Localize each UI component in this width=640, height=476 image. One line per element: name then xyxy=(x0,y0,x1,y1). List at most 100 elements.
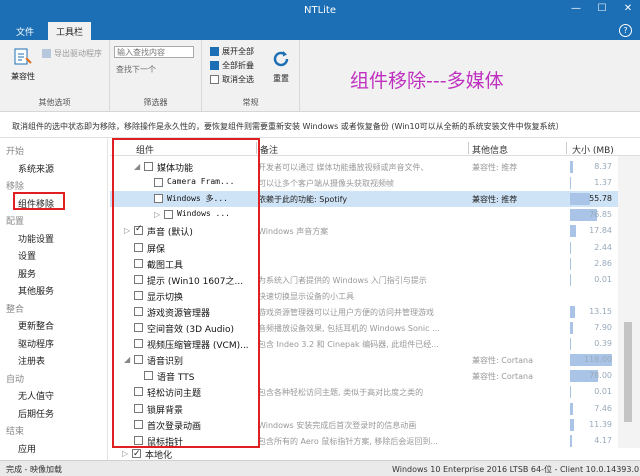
uncheck-all-button[interactable]: 取消全选 xyxy=(210,74,254,85)
collapse-all-icon xyxy=(210,61,219,70)
col-size[interactable]: 大小 (MB) xyxy=(572,143,614,156)
component-list-highlight xyxy=(112,138,260,448)
info-text: 取消组件的选中状态即为移除，移除操作是永久性的，要恢复组件则需要重新安装 Win… xyxy=(12,122,564,131)
twisty-collapsed-icon[interactable]: ▷ xyxy=(122,449,128,458)
sidebar-item[interactable]: 后期任务 xyxy=(18,407,54,420)
sidebar-item[interactable]: 无人值守 xyxy=(18,389,54,402)
sidebar-item[interactable]: 更新整合 xyxy=(18,319,54,332)
export-icon xyxy=(42,49,51,58)
ribbon-group-other-options: 兼容性 导出驱动程序 其他选项 xyxy=(0,40,110,112)
sidebar-selection-highlight xyxy=(13,192,65,210)
component-note: 依赖于此的功能: Spotify xyxy=(258,195,348,205)
uncheck-all-label: 取消全选 xyxy=(222,75,254,84)
component-size: 17.84 xyxy=(589,226,612,236)
tree-item-localization[interactable]: ▷ ✓ 本地化 xyxy=(110,448,640,461)
component-size: 2.44 xyxy=(594,242,612,252)
component-size: 76.85 xyxy=(589,210,612,220)
component-size: 7.90 xyxy=(594,323,612,332)
compat-label: 兼容性 xyxy=(11,72,35,81)
overlay-title: 组件移除---多媒体 xyxy=(350,70,504,92)
expand-all-icon xyxy=(210,47,219,56)
sidebar-section-heading: 移除 xyxy=(6,182,25,192)
help-icon[interactable]: ? xyxy=(619,24,632,37)
component-size: 1.37 xyxy=(594,178,612,188)
window-controls: — ☐ ✕ xyxy=(568,3,636,14)
component-note: 游戏资源管理器可以让用户方便的访问并管理游戏 xyxy=(258,307,434,317)
expand-all-label: 展开全部 xyxy=(222,47,254,56)
component-other-info: 兼容性: 推荐 xyxy=(472,195,518,205)
sidebar-item[interactable]: 设置 xyxy=(18,249,36,262)
group-label-other-options: 其他选项 xyxy=(38,98,71,107)
tab-toolbar[interactable]: 工具栏 xyxy=(48,22,92,40)
search-input[interactable] xyxy=(114,46,194,58)
component-size: 7.46 xyxy=(594,403,612,413)
ribbon-tabs: 文件 工具栏 ? xyxy=(0,22,640,40)
collapse-all-label: 全部折叠 xyxy=(222,61,254,70)
status-bar: 完成 - 映像加载 Windows 10 Enterprise 2016 LTS… xyxy=(0,460,640,476)
component-size: 55.78 xyxy=(589,194,612,204)
maximize-icon[interactable]: ☐ xyxy=(594,3,610,14)
col-note[interactable]: 备注 xyxy=(260,143,278,156)
sidebar-section-heading: 配置 xyxy=(6,217,25,227)
status-left: 完成 - 映像加载 xyxy=(6,465,62,474)
component-size: 0.01 xyxy=(594,274,612,284)
tab-file[interactable]: 文件 xyxy=(8,22,42,40)
ribbon-group-general: 展开全部 全部折叠 取消全选 重置 常规 xyxy=(202,40,300,112)
component-note: 音频播放设备效果, 包括耳机的 Windows Sonic ... xyxy=(258,324,440,333)
component-note: 包含 Indeo 3.2 和 Cinepak 编码器, 此组件已经... xyxy=(258,340,439,350)
window-title: NTLite xyxy=(303,5,336,16)
component-note: 可以让多个客户端从摄像头获取视频帧 xyxy=(258,179,394,189)
component-other-info: 兼容性: 推荐 xyxy=(472,163,518,172)
close-icon[interactable]: ✕ xyxy=(620,3,636,14)
sidebar-section-heading: 结束 xyxy=(6,427,25,437)
column-divider[interactable] xyxy=(566,142,567,154)
component-size: 13.15 xyxy=(589,306,612,316)
sidebar-item[interactable]: 系统来源 xyxy=(18,162,54,175)
component-size: 2.86 xyxy=(594,258,612,268)
component-note: 包含所有的 Aero 鼠标指针方案, 移除后会返回到... xyxy=(258,436,439,446)
sidebar-section-heading: 开始 xyxy=(6,147,25,157)
sidebar-item[interactable]: 服务 xyxy=(18,267,36,280)
minimize-icon[interactable]: — xyxy=(568,3,584,14)
export-driver-button[interactable]: 导出驱动程序 xyxy=(42,48,102,59)
component-note: 为系统入门者提供的 Windows 入门指引与提示 xyxy=(258,275,427,285)
collapse-all-button[interactable]: 全部折叠 xyxy=(210,60,254,71)
component-note: Windows 安装完成后首次登录时的信息动画 xyxy=(258,420,417,430)
component-note: 快速切换显示设备的小工具 xyxy=(258,291,354,301)
sidebar-section-heading: 整合 xyxy=(6,304,25,315)
reset-button[interactable]: 重置 xyxy=(268,48,294,84)
group-label-general: 常规 xyxy=(242,98,259,107)
scrollbar-thumb[interactable] xyxy=(624,322,632,422)
component-size: 8.37 xyxy=(594,162,612,171)
component-size: 0.01 xyxy=(594,387,612,397)
export-driver-label: 导出驱动程序 xyxy=(54,49,102,58)
find-next-button[interactable]: 查找下一个 xyxy=(116,64,156,75)
checkbox[interactable]: ✓ xyxy=(132,449,141,459)
component-note: 开发者可以通过 媒体功能播放视频或声音文件、 xyxy=(258,163,429,172)
component-size: 118.00 xyxy=(584,355,612,365)
component-note: 包含各种轻松访问主题, 类似于高对比度之类的 xyxy=(258,388,424,398)
component-other-info: 兼容性: Cortana xyxy=(472,372,534,382)
refresh-icon xyxy=(270,48,292,70)
component-size: 11.39 xyxy=(589,419,612,429)
info-bar: 取消组件的选中状态即为移除，移除操作是永久性的，要恢复组件则需要重新安装 Win… xyxy=(0,112,640,138)
col-other[interactable]: 其他信息 xyxy=(472,143,508,156)
sidebar-item[interactable]: 应用 xyxy=(18,442,36,455)
component-size: 78.00 xyxy=(589,371,612,381)
ribbon: 兼容性 导出驱动程序 其他选项 筛选器 查找下一个 展开全部 全部折叠 取消全选… xyxy=(0,40,640,112)
compat-button[interactable]: 兼容性 xyxy=(6,46,40,82)
column-divider[interactable] xyxy=(468,142,469,154)
expand-all-button[interactable]: 展开全部 xyxy=(210,46,254,57)
component-size: 0.39 xyxy=(594,339,612,349)
component-size: 4.17 xyxy=(594,435,612,445)
sidebar-item[interactable]: 功能设置 xyxy=(18,232,54,245)
compat-icon xyxy=(12,46,34,68)
reset-label: 重置 xyxy=(273,74,289,83)
group-label-filter: 筛选器 xyxy=(143,98,168,107)
sidebar-item[interactable]: 驱动程序 xyxy=(18,337,54,350)
component-note: Windows 声音方案 xyxy=(258,227,329,237)
sidebar-section-heading: 自动 xyxy=(6,374,25,385)
sidebar: 开始 系统来源 移除 组件移除 配置 功能设置 设置 服务 其他服务 整合 更新整合 驱动程序 注册表自… xyxy=(0,138,108,460)
sidebar-item[interactable]: 注册表 xyxy=(18,354,45,367)
sidebar-item[interactable]: 其他服务 xyxy=(18,284,54,297)
